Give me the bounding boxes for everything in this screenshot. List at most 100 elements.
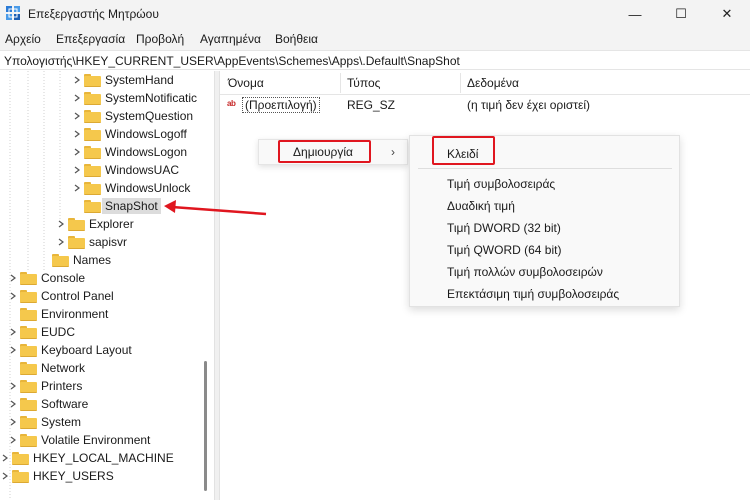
chevron-right-icon[interactable] <box>72 161 82 179</box>
submenu-string-value[interactable]: Τιμή συμβολοσειράς <box>447 177 555 191</box>
tree-item[interactable]: Keyboard Layout <box>8 341 132 359</box>
chevron-right-icon[interactable] <box>8 395 18 413</box>
submenu-multi-string-value[interactable]: Τιμή πολλών συμβολοσειρών <box>447 265 603 279</box>
chevron-right-icon[interactable] <box>8 341 18 359</box>
tree-item[interactable]: WindowsLogoff <box>72 125 187 143</box>
value-name[interactable]: (Προεπιλογή) <box>242 97 320 113</box>
folder-icon <box>20 379 37 393</box>
chevron-right-icon[interactable] <box>8 413 18 431</box>
submenu-expandable-string-value[interactable]: Επεκτάσιμη τιμή συμβολοσειράς <box>447 287 619 301</box>
chevron-right-icon[interactable] <box>72 107 82 125</box>
tree-item[interactable]: EUDC <box>8 323 75 341</box>
column-type[interactable]: Τύπος <box>347 76 380 90</box>
menu-view[interactable]: Προβολή <box>136 32 184 46</box>
tree-item[interactable]: WindowsLogon <box>72 143 187 161</box>
folder-icon <box>20 307 37 321</box>
chevron-right-icon[interactable] <box>8 431 18 449</box>
chevron-right-icon[interactable] <box>56 215 66 233</box>
chevron-right-icon[interactable] <box>72 125 82 143</box>
column-divider[interactable] <box>460 73 461 93</box>
folder-icon <box>20 397 37 411</box>
key-tree: SystemHand SystemNotificatic SystemQuestio… <box>0 71 214 500</box>
tree-item[interactable]: Environment <box>8 305 108 323</box>
column-name[interactable]: Όνομα <box>228 76 264 90</box>
minimize-button[interactable]: — <box>612 0 658 28</box>
chevron-right-icon[interactable] <box>0 467 10 485</box>
tree-item-label: Software <box>41 397 89 411</box>
folder-icon <box>84 181 101 195</box>
submenu-binary-value[interactable]: Δυαδική τιμή <box>447 199 515 213</box>
list-header: Όνομα Τύπος Δεδομένα <box>220 71 750 95</box>
tree-item[interactable]: WindowsUnlock <box>72 179 190 197</box>
tree-item[interactable]: System <box>8 413 81 431</box>
tree-item[interactable]: Explorer <box>56 215 134 233</box>
maximize-button[interactable]: ☐ <box>658 0 704 28</box>
chevron-right-icon[interactable] <box>0 449 10 467</box>
tree-item-label: Environment <box>41 307 109 321</box>
chevron-right-icon[interactable] <box>8 377 18 395</box>
tree-item[interactable]: Console <box>8 269 85 287</box>
menu-edit[interactable]: Επεξεργασία <box>56 32 125 46</box>
column-divider[interactable] <box>340 73 341 93</box>
tree-item[interactable]: HKEY_LOCAL_MACHINE <box>0 449 174 467</box>
list-item[interactable]: ab (Προεπιλογή) REG_SZ (η τιμή δεν έχει … <box>220 95 750 115</box>
folder-icon <box>20 415 37 429</box>
tree-item-label: Network <box>41 361 86 375</box>
folder-icon <box>20 433 37 447</box>
title-bar: Επεξεργαστής Μητρώου — ☐ ✕ <box>0 0 750 28</box>
tree-item[interactable]: Software <box>8 395 88 413</box>
chevron-right-icon[interactable] <box>72 71 82 89</box>
tree-item-label: HKEY_LOCAL_MACHINE <box>33 451 174 465</box>
tree-item[interactable]: Printers <box>8 377 82 395</box>
chevron-right-icon[interactable] <box>72 89 82 107</box>
chevron-right-icon[interactable] <box>8 287 18 305</box>
folder-icon <box>20 343 37 357</box>
chevron-right-icon[interactable] <box>56 233 66 251</box>
folder-icon <box>52 253 69 267</box>
tree-item[interactable]: SystemHand <box>72 71 174 89</box>
tree-item[interactable]: sapisvr <box>56 233 127 251</box>
tree-item[interactable]: SystemQuestion <box>72 107 193 125</box>
tree-item[interactable]: SnapShot <box>72 197 161 215</box>
tree-item[interactable]: WindowsUAC <box>72 161 179 179</box>
folder-icon <box>84 91 101 105</box>
chevron-right-icon[interactable] <box>72 143 82 161</box>
chevron-right-icon[interactable] <box>8 269 18 287</box>
address-path[interactable]: Υπολογιστής\HKEY_CURRENT_USER\AppEvents\… <box>4 54 460 68</box>
folder-icon <box>68 217 85 231</box>
submenu-dword-value[interactable]: Τιμή DWORD (32 bit) <box>447 221 561 235</box>
tree-scrollbar[interactable] <box>200 71 212 500</box>
menu-file[interactable]: Αρχείο <box>5 32 41 46</box>
folder-icon <box>20 325 37 339</box>
tree-item[interactable]: SystemNotificatic <box>72 89 197 107</box>
folder-icon <box>68 235 85 249</box>
tree-item[interactable]: HKEY_USERS <box>0 467 114 485</box>
column-data[interactable]: Δεδομένα <box>467 76 519 90</box>
value-data: (η τιμή δεν έχει οριστεί) <box>467 98 591 112</box>
menu-favorites[interactable]: Αγαπημένα <box>200 32 261 46</box>
folder-icon <box>84 109 101 123</box>
address-bar[interactable]: Υπολογιστής\HKEY_CURRENT_USER\AppEvents\… <box>0 50 750 70</box>
tree-item-label: WindowsLogoff <box>105 127 187 141</box>
tree-item-label: sapisvr <box>89 235 128 249</box>
submenu-qword-value[interactable]: Τιμή QWORD (64 bit) <box>447 243 561 257</box>
chevron-right-icon[interactable] <box>72 179 82 197</box>
tree-item[interactable]: Volatile Environment <box>8 431 150 449</box>
close-button[interactable]: ✕ <box>704 0 750 28</box>
tree-item[interactable]: Network <box>8 359 85 377</box>
chevron-right-icon[interactable] <box>8 323 18 341</box>
highlight-new-box <box>278 140 371 163</box>
tree-item-label: Names <box>73 253 112 267</box>
folder-icon <box>84 127 101 141</box>
menu-help[interactable]: Βοήθεια <box>275 32 318 46</box>
tree-item[interactable]: Names <box>40 251 111 269</box>
tree-item[interactable]: Control Panel <box>8 287 114 305</box>
folder-icon <box>84 199 101 213</box>
highlight-key-box <box>432 136 495 165</box>
tree-item-label: EUDC <box>41 325 76 339</box>
tree-scrollbar-thumb[interactable] <box>204 361 207 491</box>
folder-icon <box>12 469 29 483</box>
